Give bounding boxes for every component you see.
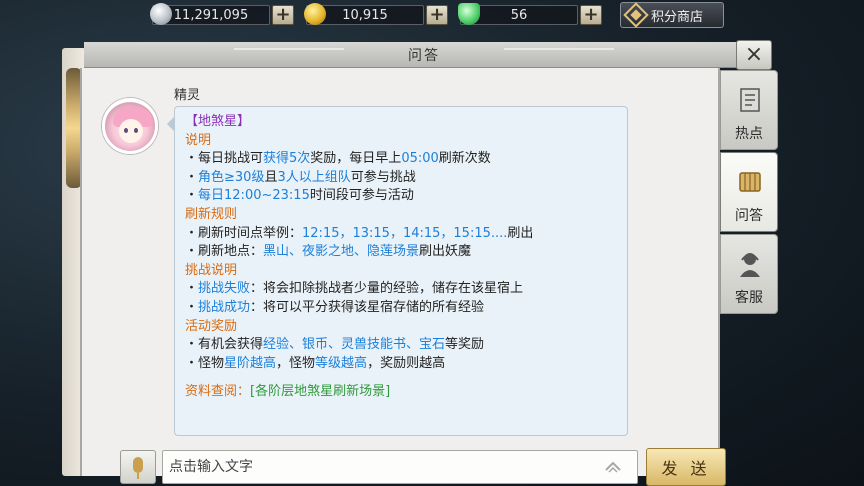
message-line: 【地煞星】 bbox=[185, 113, 617, 132]
message-segment: 每日12:00~23:15 bbox=[198, 188, 310, 204]
message-segment: 【地煞星】 bbox=[185, 114, 251, 129]
points-shop-label: 积分商店 bbox=[651, 9, 704, 25]
message-line: ・刷新地点：黑山、夜影之地、隐莲场景刷出妖魔 bbox=[185, 243, 617, 262]
message-segment: ・怪物 bbox=[185, 355, 225, 371]
message-segment: 12:15，13:15，14:15，15:15.... bbox=[302, 225, 508, 241]
silver-coin-icon bbox=[150, 3, 172, 25]
message-segment: 且 bbox=[264, 169, 278, 185]
side-tabs: 热点 问答 客服 bbox=[720, 70, 782, 316]
message-segment: ・刷新地点： bbox=[185, 244, 264, 260]
add-jade-button[interactable]: + bbox=[580, 5, 602, 25]
window-title: 问答 bbox=[408, 47, 440, 64]
message-segment: ：将可以平分获得该星宿存储的所有经验 bbox=[250, 299, 485, 315]
avatar[interactable] bbox=[102, 98, 158, 154]
window-title-bar: 问答 bbox=[84, 42, 764, 68]
close-icon: × bbox=[744, 42, 764, 67]
close-button[interactable]: × bbox=[736, 40, 772, 70]
message-segment: ・有机会获得 bbox=[185, 337, 264, 353]
chat-text-input[interactable] bbox=[162, 450, 638, 484]
points-shop-button[interactable]: 积分商店 bbox=[620, 2, 724, 28]
message-segment: ・ bbox=[185, 299, 199, 315]
message-lines: 【地煞星】 说明 ・每日挑战可获得5次奖励，每日早上05:00刷新次数 ・角色≥30级… bbox=[185, 113, 617, 373]
message-segment: 刷新规则 bbox=[185, 206, 238, 222]
message-segment: 等级越高 bbox=[315, 355, 368, 371]
message-segment: ・每日挑战可 bbox=[185, 151, 264, 167]
message-segment: 刷出妖魔 bbox=[419, 244, 472, 260]
message-segment: 等奖励 bbox=[445, 337, 485, 353]
message-segment: ・ bbox=[185, 169, 199, 185]
send-button[interactable]: 发 送 bbox=[646, 448, 726, 486]
message-segment: 星阶越高 bbox=[224, 355, 277, 371]
headset-icon bbox=[740, 253, 760, 277]
tab-label: 问答 bbox=[735, 208, 763, 224]
microphone-icon bbox=[133, 457, 143, 473]
avatar-eye bbox=[124, 128, 128, 133]
jade-currency: 56 + bbox=[458, 3, 602, 26]
tab-qa[interactable]: 问答 bbox=[720, 152, 778, 232]
add-gold-button[interactable]: + bbox=[426, 5, 448, 25]
message-segment: 活动奖励 bbox=[185, 318, 238, 334]
message-segment: 奖励，每日早上 bbox=[310, 151, 402, 167]
tab-hot[interactable]: 热点 bbox=[720, 70, 778, 150]
input-row: 发 送 bbox=[116, 448, 728, 486]
message-line: ・刷新时间点举例：12:15，13:15，14:15，15:15....刷出 bbox=[185, 225, 617, 244]
tab-service[interactable]: 客服 bbox=[720, 234, 778, 314]
message-segment: 获得5次 bbox=[263, 151, 311, 167]
message-segment: ・ bbox=[185, 281, 199, 297]
message-segment: 角色≥30级 bbox=[198, 169, 265, 185]
message-segment: 刷出 bbox=[507, 225, 534, 241]
message-segment: 黑山、夜影之地、隐莲场景 bbox=[263, 244, 420, 260]
message-segment: ，怪物 bbox=[276, 355, 316, 371]
message-line: 刷新规则 bbox=[185, 206, 617, 225]
message-bubble: 【地煞星】 说明 ・每日挑战可获得5次奖励，每日早上05:00刷新次数 ・角色≥30级… bbox=[167, 106, 628, 436]
message-line: ・有机会获得经验、银币、灵兽技能书、宝石等奖励 bbox=[185, 336, 617, 355]
avatar-face bbox=[119, 119, 143, 143]
message-segment: 说明 bbox=[185, 132, 212, 148]
qa-window: 问答 × 精灵 【地煞星】说明・每日挑战可获得5次奖励，每日早上05:00刷新次… bbox=[62, 40, 812, 486]
silver-currency: 11,291,095 + bbox=[150, 3, 294, 26]
bamboo-scroll-icon bbox=[739, 172, 761, 192]
shop-emblem-icon bbox=[623, 2, 649, 28]
sender-name: 精灵 bbox=[174, 88, 201, 103]
message-line: ・挑战失败：将会扣除挑战者少量的经验，储存在该星宿上 bbox=[185, 280, 617, 299]
gold-coin-icon bbox=[304, 3, 326, 25]
message-line: ・每日12:00~23:15时间段可参与活动 bbox=[185, 187, 617, 206]
message-segment: 挑战成功 bbox=[198, 299, 251, 315]
message-segment: ，奖励则越高 bbox=[367, 355, 446, 371]
message-segment: ・刷新时间点举例： bbox=[185, 225, 303, 241]
message-segment: ：将会扣除挑战者少量的经验，储存在该星宿上 bbox=[250, 281, 524, 297]
tab-label: 热点 bbox=[735, 126, 763, 142]
add-silver-button[interactable]: + bbox=[272, 5, 294, 25]
reference-line: 资料查阅：[各阶层地煞星刷新场景] bbox=[185, 383, 617, 402]
message-segment: 经验、银币、灵兽技能书、宝石 bbox=[263, 337, 446, 353]
message-line: ・角色≥30级且3人以上组队可参与挑战 bbox=[185, 169, 617, 188]
message-segment: 时间段可参与活动 bbox=[309, 188, 414, 204]
message-segment: 3人以上组队 bbox=[277, 169, 351, 185]
message-line: ・挑战成功：将可以平分获得该星宿存储的所有经验 bbox=[185, 299, 617, 318]
microphone-stand bbox=[137, 473, 139, 479]
avatar-eye bbox=[134, 128, 138, 133]
jade-gem-icon bbox=[458, 3, 480, 25]
scroll-icon bbox=[740, 88, 760, 112]
gold-currency: 10,915 + bbox=[304, 3, 448, 26]
message-segment: 可参与挑战 bbox=[350, 169, 416, 185]
message-segment: 刷新次数 bbox=[438, 151, 491, 167]
message-segment: ・ bbox=[185, 188, 199, 204]
chat-panel: 精灵 【地煞星】 说明 ・每日挑战可获得5次奖励，每日早上05:00刷新次数 ・角色≥… bbox=[80, 68, 726, 486]
message-segment: 挑战失败 bbox=[198, 281, 251, 297]
tab-label: 客服 bbox=[735, 290, 763, 306]
message-line: 活动奖励 bbox=[185, 318, 617, 337]
message-line: 说明 bbox=[185, 132, 617, 151]
resource-bar: 11,291,095 + 10,915 + 56 + 积分商店 bbox=[150, 2, 724, 28]
message-line: 挑战说明 bbox=[185, 262, 617, 281]
reference-link[interactable]: [各阶层地煞星刷新场景] bbox=[250, 384, 390, 399]
message-segment: 05:00 bbox=[401, 151, 439, 167]
message-segment: 挑战说明 bbox=[185, 262, 238, 278]
message-line: ・怪物星阶越高，怪物等级越高，奖励则越高 bbox=[185, 355, 617, 374]
reference-label: 资料查阅： bbox=[185, 384, 251, 400]
voice-input-button[interactable] bbox=[120, 450, 156, 484]
message-line: ・每日挑战可获得5次奖励，每日早上05:00刷新次数 bbox=[185, 150, 617, 169]
chevron-up-icon[interactable] bbox=[604, 458, 622, 476]
